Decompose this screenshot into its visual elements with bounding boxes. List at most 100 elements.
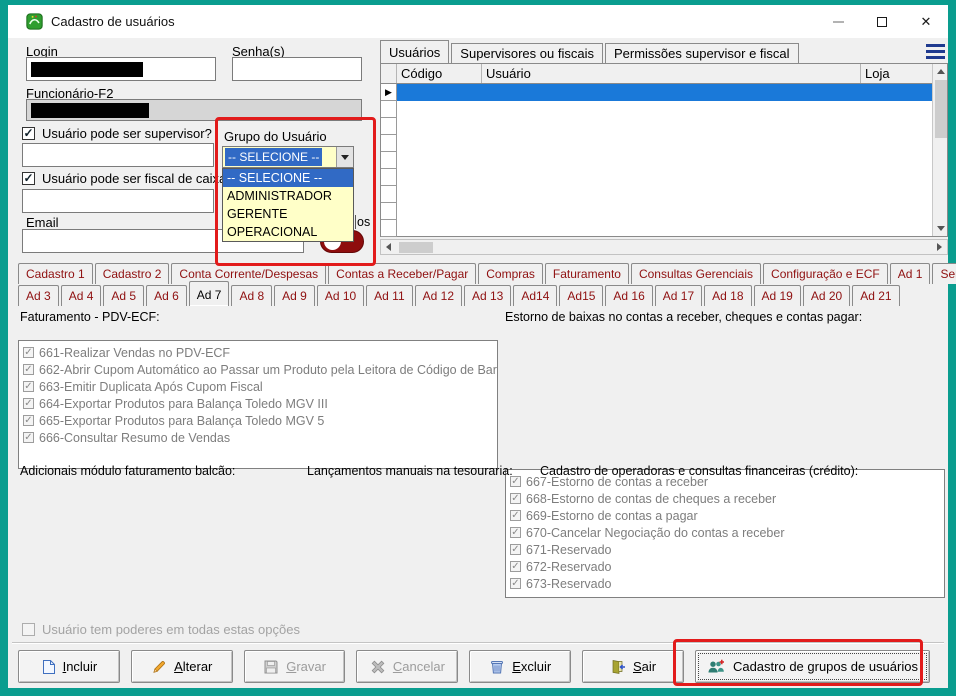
tab-supervisores-ou-fiscais[interactable]: Supervisores ou fiscais	[451, 43, 603, 63]
permission-item[interactable]: ✓665-Exportar Produtos para Balança Tole…	[23, 412, 495, 429]
permission-tab-ad-21[interactable]: Ad 21	[852, 285, 899, 306]
grupos-button-label: Cadastro de grupos de usuários	[733, 659, 918, 674]
cancelar-button[interactable]: Cancelar	[356, 650, 458, 683]
gravar-button[interactable]: Gravar	[244, 650, 346, 683]
permission-item[interactable]: ✓671-Reservado	[510, 541, 942, 558]
permission-item[interactable]: ✓664-Exportar Produtos para Balança Tole…	[23, 395, 495, 412]
alterar-button[interactable]: Alterar	[131, 650, 233, 683]
save-icon	[263, 659, 279, 675]
permission-item[interactable]: ✓673-Reservado	[510, 575, 942, 592]
scroll-right-icon[interactable]	[932, 240, 947, 254]
permission-tab-cadastro-2[interactable]: Cadastro 2	[95, 263, 170, 284]
permission-tab-ad-19[interactable]: Ad 19	[754, 285, 801, 306]
permission-tab-ad15[interactable]: Ad15	[559, 285, 603, 306]
redacted-funcionario-value	[31, 103, 149, 118]
grid-header-loja[interactable]: Loja	[861, 64, 932, 83]
grid-row-empty[interactable]	[381, 203, 932, 220]
grid-row-empty[interactable]	[381, 220, 932, 237]
grupo-option-operacional[interactable]: OPERACIONAL	[223, 223, 353, 241]
grid-row-empty[interactable]	[381, 135, 932, 152]
fiscal-checkbox[interactable]: ✓	[22, 172, 35, 185]
excluir-button[interactable]: Excluir	[469, 650, 571, 683]
checkbox-checked-icon: ✓	[510, 493, 521, 504]
permission-tab-contas-a-receber-pagar[interactable]: Contas a Receber/Pagar	[328, 263, 476, 284]
fiscal-input[interactable]	[22, 189, 214, 213]
all-options-checkbox[interactable]	[22, 623, 35, 636]
permission-tab-faturamento[interactable]: Faturamento	[545, 263, 629, 284]
grid-row-empty[interactable]	[381, 152, 932, 169]
permission-item-label: 668-Estorno de contas de cheques a receb…	[526, 492, 776, 506]
permission-tab-ad-10[interactable]: Ad 10	[317, 285, 364, 306]
permission-tab-ad-3[interactable]: Ad 3	[18, 285, 59, 306]
permission-tab-configuracao-e-ecf[interactable]: Configuração e ECF	[763, 263, 888, 284]
minimize-button[interactable]	[816, 5, 860, 38]
tab-permissoes-supervisor-e-fiscal[interactable]: Permissões supervisor e fiscal	[605, 43, 799, 63]
incluir-button[interactable]: Incluir	[18, 650, 120, 683]
grid-row-empty[interactable]	[381, 186, 932, 203]
email-label: Email	[26, 215, 59, 230]
scroll-down-icon[interactable]	[933, 221, 949, 236]
supervisor-label: Usuário pode ser supervisor?	[42, 126, 212, 141]
permission-item[interactable]: ✓672-Reservado	[510, 558, 942, 575]
tab-usuarios[interactable]: Usuários	[380, 40, 449, 63]
permission-item[interactable]: ✓670-Cancelar Negociação do contas a rec…	[510, 524, 942, 541]
grid-row-empty[interactable]	[381, 118, 932, 135]
permission-tab-ad-5[interactable]: Ad 5	[103, 285, 144, 306]
grid-row-selected[interactable]: ▶	[381, 84, 932, 101]
permission-tab-ad-18[interactable]: Ad 18	[704, 285, 751, 306]
permission-tab-servicos[interactable]: Serviços	[932, 263, 956, 284]
permission-item-label: 663-Emitir Duplicata Após Cupom Fiscal	[39, 380, 263, 394]
supervisor-input[interactable]	[22, 143, 214, 167]
checkbox-checked-icon: ✓	[510, 578, 521, 589]
scroll-left-icon[interactable]	[381, 240, 396, 254]
grupo-option-gerente[interactable]: GERENTE	[223, 205, 353, 223]
grid-header-usuario[interactable]: Usuário	[482, 64, 861, 83]
permission-item[interactable]: ✓669-Estorno de contas a pagar	[510, 507, 942, 524]
senha-input[interactable]	[232, 57, 362, 81]
grupo-option-administrador[interactable]: ADMINISTRADOR	[223, 187, 353, 205]
grupos-button[interactable]: Cadastro de grupos de usuários	[695, 650, 930, 683]
horizontal-scroll-thumb[interactable]	[399, 242, 433, 253]
permission-tab-ad-4[interactable]: Ad 4	[61, 285, 102, 306]
vertical-scroll-thumb[interactable]	[935, 80, 947, 138]
permission-tab-ad-7[interactable]: Ad 7	[189, 281, 230, 306]
hamburger-menu-icon[interactable]	[926, 44, 945, 62]
grid-header-codigo[interactable]: Código	[397, 64, 482, 83]
maximize-button[interactable]	[860, 5, 904, 38]
permission-tab-compras[interactable]: Compras	[478, 263, 543, 284]
permission-tab-ad-8[interactable]: Ad 8	[231, 285, 272, 306]
permission-item[interactable]: ✓661-Realizar Vendas no PDV-ECF	[23, 344, 495, 361]
permission-item[interactable]: ✓662-Abrir Cupom Automático ao Passar um…	[23, 361, 495, 378]
permission-tab-ad-9[interactable]: Ad 9	[274, 285, 315, 306]
permission-item[interactable]: ✓666-Consultar Resumo de Vendas	[23, 429, 495, 446]
scroll-up-icon[interactable]	[933, 64, 949, 79]
supervisor-checkbox[interactable]: ✓	[22, 127, 35, 140]
permission-tab-ad-6[interactable]: Ad 6	[146, 285, 187, 306]
permission-tab-ad-20[interactable]: Ad 20	[803, 285, 850, 306]
permission-tab-ad-17[interactable]: Ad 17	[655, 285, 702, 306]
permission-item-label: 661-Realizar Vendas no PDV-ECF	[39, 346, 230, 360]
permission-tab-ad-12[interactable]: Ad 12	[415, 285, 462, 306]
permission-list-faturamento: ✓661-Realizar Vendas no PDV-ECF✓662-Abri…	[18, 340, 498, 469]
permission-tab-ad-11[interactable]: Ad 11	[366, 285, 412, 306]
permission-item[interactable]: ✓663-Emitir Duplicata Após Cupom Fiscal	[23, 378, 495, 395]
permission-tab-consultas-gerenciais[interactable]: Consultas Gerenciais	[631, 263, 761, 284]
permission-tab-ad-16[interactable]: Ad 16	[605, 285, 652, 306]
grupo-combobox[interactable]: -- SELECIONE --	[222, 146, 354, 168]
permission-tab-ad-1[interactable]: Ad 1	[890, 263, 931, 284]
grid-vertical-scrollbar[interactable]	[932, 64, 947, 236]
permission-item[interactable]: ✓ 668-Estorno de contas de cheques a rece…	[510, 490, 942, 507]
cancel-icon	[370, 659, 386, 675]
combo-dropdown-button[interactable]	[336, 147, 353, 167]
permission-tab-ad14[interactable]: Ad14	[513, 285, 557, 306]
grid-row-empty[interactable]	[381, 169, 932, 186]
permission-tab-cadastro-1[interactable]: Cadastro 1	[18, 263, 93, 284]
funcionario-input[interactable]	[26, 99, 362, 121]
grupo-option-selecione[interactable]: -- SELECIONE --	[223, 169, 353, 187]
grid-row-empty[interactable]	[381, 101, 932, 118]
sair-button[interactable]: Sair	[582, 650, 684, 683]
permission-tab-ad-13[interactable]: Ad 13	[464, 285, 511, 306]
close-button[interactable]: ✕	[904, 5, 948, 38]
grid-horizontal-scrollbar[interactable]	[380, 239, 948, 255]
login-input[interactable]	[26, 57, 216, 81]
